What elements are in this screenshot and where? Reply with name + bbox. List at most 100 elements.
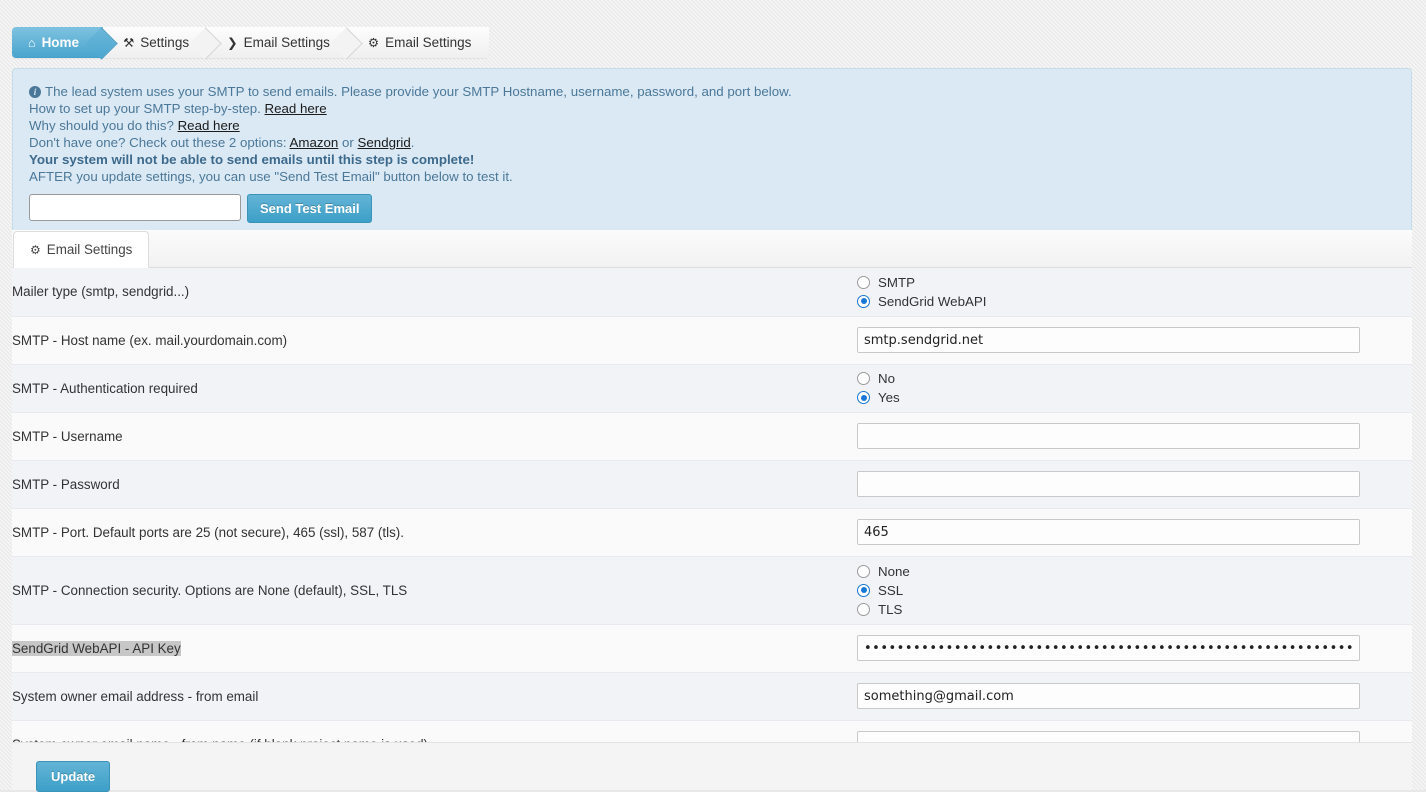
settings-row-control: SMTP SendGrid WebAPI [857,268,1412,316]
settings-row-label-text: System owner email address - from email [12,688,259,704]
why-read-here-link[interactable]: Read here [178,118,240,133]
alert-line-1: i The lead system uses your SMTP to send … [29,83,1395,100]
settings-row-label-text: SMTP - Connection security. Options are … [12,582,408,598]
radio-option-label: SMTP [878,274,915,290]
settings-text-input[interactable] [857,471,1360,497]
tab-email-settings[interactable]: ⚙ Email Settings [13,231,150,268]
radio-group: SMTP SendGrid WebAPI [857,269,1412,315]
radio-group: No Yes [857,365,1412,411]
radio-option-label: No [878,371,895,386]
settings-row-label: System owner email address - from email [12,672,857,720]
settings-row-control: None SSL TLS [857,556,1412,624]
breadcrumb-item-label: Email Settings [385,35,472,50]
chevron-right-icon: ❯ [227,36,238,50]
settings-row-label-text: SMTP - Username [12,428,123,444]
smtp-info-alert: i The lead system uses your SMTP to send … [12,68,1412,236]
settings-row: SMTP - Password [12,460,1412,508]
settings-row-control [857,624,1412,672]
settings-text-input[interactable] [857,683,1360,709]
settings-row-label: SMTP - Connection security. Options are … [12,556,857,624]
settings-row: SMTP - Authentication required No Yes [12,364,1412,412]
radio-option[interactable]: SendGrid WebAPI [857,294,1412,309]
gears-icon: ⚙ [367,36,380,50]
radio-option-label: SSL [878,582,904,598]
radio-option[interactable]: None [857,564,1412,579]
radio-checked-icon[interactable] [857,583,870,597]
update-button[interactable]: Update [36,761,111,792]
radio-group: None SSL TLS [857,558,1412,623]
breadcrumb-item-3[interactable]: ⚙ Email Settings [347,27,490,58]
settings-text-input[interactable] [857,327,1360,353]
tab-email-settings-label: Email Settings [46,242,133,257]
radio-checked-icon[interactable] [857,294,870,308]
breadcrumb: ⌂ Home ⚒ Settings ❯ Email Settings ⚙ Email Sett… [12,27,490,58]
alert-line-3-text: Why should you do this? [29,118,178,133]
amazon-link[interactable]: Amazon [290,135,339,150]
tab-strip: ⚙ Email Settings [12,230,1412,268]
settings-row-label-text: Mailer type (smtp, sendgrid...) [12,284,190,300]
settings-row: System owner email address - from email [12,672,1412,720]
settings-row-label: SMTP - Password [12,460,857,508]
wrench-icon: ⚒ [123,36,135,50]
settings-row-label-text: SMTP - Port. Default ports are 25 (not s… [12,524,404,540]
test-email-input[interactable] [29,194,241,221]
send-test-email-button[interactable]: Send Test Email [247,194,373,223]
settings-row-label: SMTP - Port. Default ports are 25 (not s… [12,508,857,556]
settings-row-control [857,460,1412,508]
settings-row-label: SMTP - Authentication required [12,364,857,412]
alert-line-3: Why should you do this? Read here [29,117,1395,134]
alert-warning-line: Your system will not be able to send ema… [29,152,475,167]
email-settings-panel: Mailer type (smtp, sendgrid...) SMTP SendG… [12,268,1412,769]
radio-unchecked-icon[interactable] [857,564,870,578]
alert-line-1-text: The lead system uses your SMTP to send e… [45,84,792,99]
sendgrid-link[interactable]: Sendgrid [358,135,411,150]
home-icon: ⌂ [28,35,36,50]
form-footer: Update [12,742,1412,792]
info-icon: i [29,86,41,98]
settings-row-control [857,508,1412,556]
settings-text-input[interactable] [857,519,1360,545]
radio-unchecked-icon[interactable] [857,602,870,616]
radio-option[interactable]: Yes [857,390,1412,405]
settings-row-control [857,316,1412,364]
radio-unchecked-icon[interactable] [857,275,870,289]
settings-row-label: Mailer type (smtp, sendgrid...) [12,268,857,316]
settings-row-control [857,672,1412,720]
settings-row: SMTP - Connection security. Options are … [12,556,1412,624]
settings-text-input[interactable] [857,635,1360,661]
breadcrumb-item-2[interactable]: ❯ Email Settings [207,27,348,58]
alert-line-4-text: Don't have one? Check out these 2 option… [29,135,290,150]
radio-option[interactable]: SSL [857,583,1412,598]
settings-row-label-text: SMTP - Password [12,476,120,492]
radio-option[interactable]: No [857,371,1412,386]
settings-row-label: SMTP - Username [12,412,857,460]
settings-row-control: No Yes [857,364,1412,412]
settings-row-control [857,412,1412,460]
breadcrumb-item-1[interactable]: ⚒ Settings [103,27,208,58]
settings-row-label-text: SMTP - Host name (ex. mail.yourdomain.co… [12,332,288,348]
settings-row: SMTP - Username [12,412,1412,460]
settings-text-input[interactable] [857,423,1360,449]
radio-option-label: TLS [878,601,903,617]
radio-option-label: Yes [878,390,900,405]
settings-row: Mailer type (smtp, sendgrid...) SMTP SendG… [12,268,1412,316]
breadcrumb-item-0[interactable]: ⌂ Home [12,27,104,58]
settings-row-label: SendGrid WebAPI - API Key [12,624,857,672]
breadcrumb-item-label: Settings [140,35,190,50]
settings-table: Mailer type (smtp, sendgrid...) SMTP SendG… [12,268,1412,769]
alert-line-2-text: How to set up your SMTP step-by-step. [29,101,265,116]
radio-unchecked-icon[interactable] [857,372,870,385]
alert-line-4-post: . [410,135,415,150]
settings-row-label-text: SendGrid WebAPI - API Key [12,640,181,656]
setup-read-here-link[interactable]: Read here [265,101,327,116]
settings-row: SMTP - Host name (ex. mail.yourdomain.co… [12,316,1412,364]
radio-checked-icon[interactable] [857,391,870,404]
settings-row-label-text: SMTP - Authentication required [12,380,198,396]
alert-line-4-mid: or [338,135,358,150]
settings-row-label: SMTP - Host name (ex. mail.yourdomain.co… [12,316,857,364]
settings-row: SendGrid WebAPI - API Key [12,624,1412,672]
gears-icon: ⚙ [30,242,41,257]
radio-option[interactable]: TLS [857,602,1412,617]
alert-line-2: How to set up your SMTP step-by-step. Re… [29,100,1395,117]
radio-option[interactable]: SMTP [857,275,1412,290]
